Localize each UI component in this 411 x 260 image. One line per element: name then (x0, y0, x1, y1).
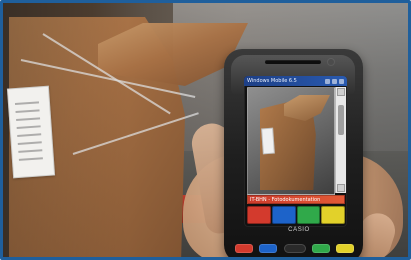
earpiece-speaker (265, 60, 321, 64)
battery-icon (332, 78, 337, 84)
scroll-thumb (338, 105, 344, 135)
hardware-key-green (311, 243, 330, 253)
viewfinder-tag (261, 127, 275, 155)
app-banner: IT-BHN - Fotodokumentation (247, 195, 345, 204)
softkey-blue (271, 206, 296, 224)
paper-tag (6, 85, 56, 179)
screen-title: Windows Mobile 6.5 (247, 78, 297, 84)
viewfinder-object-top (284, 95, 330, 121)
screen-titlebar: Windows Mobile 6.5 (244, 76, 347, 86)
close-icon (339, 78, 344, 84)
device-brand: CASIO (288, 227, 310, 233)
softkey-red (247, 206, 271, 224)
scroll-down-button (337, 184, 345, 192)
hardware-key-red (235, 243, 253, 253)
hardware-key-center (283, 243, 306, 253)
photo-frame: Windows Mobile 6.5 IT-BHN - Fotodokument… (0, 0, 411, 260)
hardware-key-blue (259, 243, 278, 253)
softkeys (247, 206, 345, 224)
hardware-key-yellow (336, 243, 354, 253)
camera-viewfinder (247, 87, 335, 195)
screen-scrollbar (335, 87, 346, 193)
signal-icon (325, 78, 330, 84)
titlebar-icons (325, 76, 344, 86)
device-screen: Windows Mobile 6.5 IT-BHN - Fotodokument… (244, 76, 347, 227)
softkey-yellow (321, 206, 345, 224)
scroll-up-button (337, 88, 345, 96)
status-led (328, 59, 334, 65)
hardware-keys (235, 242, 354, 254)
softkey-green (296, 206, 321, 224)
